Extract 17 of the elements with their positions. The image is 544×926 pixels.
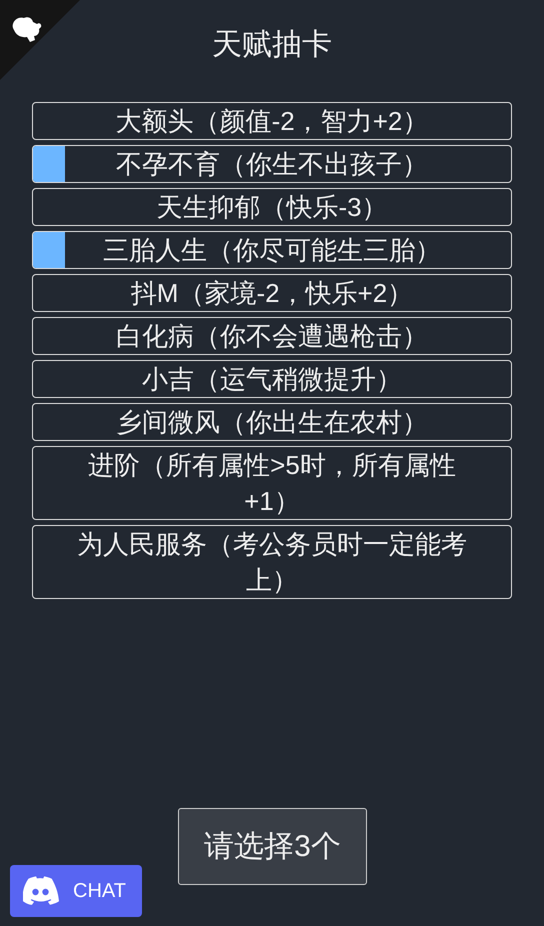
game-controller-icon [23, 876, 61, 906]
chat-button[interactable]: CHAT [10, 865, 142, 917]
selection-marker [33, 146, 65, 182]
talent-card[interactable]: 乡间微风（你出生在农村） [32, 403, 512, 441]
talent-card[interactable]: 白化病（你不会遭遇枪击） [32, 317, 512, 355]
talent-card[interactable]: 大额头（颜值-2，智力+2） [32, 102, 512, 140]
talent-card[interactable]: 抖M（家境-2，快乐+2） [32, 274, 512, 312]
talent-card[interactable]: 为人民服务（考公务员时一定能考上） [32, 525, 512, 599]
talent-card[interactable]: 不孕不育（你生不出孩子） [32, 145, 512, 183]
page-title: 天赋抽卡 [212, 27, 332, 63]
talent-card[interactable]: 三胎人生（你尽可能生三胎） [32, 231, 512, 269]
talent-card[interactable]: 进阶（所有属性>5时，所有属性+1） [32, 446, 512, 520]
talent-card[interactable]: 天生抑郁（快乐-3） [32, 188, 512, 226]
confirm-button[interactable]: 请选择3个 [178, 808, 367, 885]
selection-marker [33, 232, 65, 268]
talent-card[interactable]: 小吉（运气稍微提升） [32, 360, 512, 398]
corner-badge[interactable] [0, 0, 80, 80]
